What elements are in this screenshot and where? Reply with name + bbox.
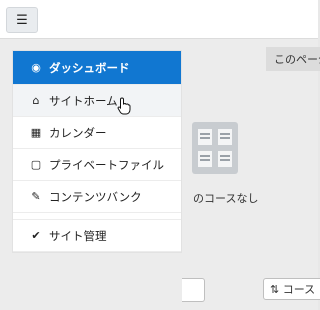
sidebar-item-site-home[interactable]: ⌂ サイトホーム <box>13 85 181 117</box>
sidebar-item-content-bank[interactable]: ✎ コンテンツバンク <box>13 181 181 213</box>
hamburger-menu-button[interactable]: ☰ <box>6 7 38 33</box>
sort-courses-button[interactable]: ⇅ コース <box>263 278 320 300</box>
sort-courses-label: ⇅ コース <box>270 283 316 296</box>
sidebar-item-label: プライベートファイル <box>49 157 164 172</box>
no-courses-text: のコースなし <box>193 192 259 205</box>
hand-pointer-icon <box>117 97 131 115</box>
sidebar-item-label: サイト管理 <box>49 228 107 243</box>
home-icon: ⌂ <box>32 94 40 107</box>
wrench-icon: ✔ <box>31 229 41 242</box>
sidebar-item-private-files[interactable]: ▢ プライベートファイル <box>13 149 181 181</box>
sidebar-item-label: コンテンツバンク <box>49 189 142 204</box>
sidebar-item-label: カレンダー <box>49 125 107 140</box>
sidebar-item-label: サイトホーム <box>49 93 118 108</box>
calendar-icon: ▦ <box>30 126 42 139</box>
top-navbar: ☰ <box>0 0 318 39</box>
file-icon: ▢ <box>30 158 42 171</box>
tachometer-icon: ◉ <box>31 61 41 74</box>
courses-empty-icon <box>192 122 238 174</box>
sidebar-item-site-admin[interactable]: ✔ サイト管理 <box>13 220 181 252</box>
search-field[interactable] <box>182 278 205 302</box>
paintbrush-icon: ✎ <box>31 190 41 203</box>
page-button[interactable]: このページ <box>266 47 320 71</box>
page-button-label: このページ <box>274 53 320 66</box>
nav-drawer: ◉ ダッシュボード ⌂ サイトホーム ▦ カレンダー ▢ プライベートファイル … <box>12 50 182 253</box>
hamburger-icon: ☰ <box>16 12 28 28</box>
sidebar-item-label: ダッシュボード <box>49 60 130 75</box>
sidebar-item-dashboard[interactable]: ◉ ダッシュボード <box>13 51 181 85</box>
sidebar-item-calendar[interactable]: ▦ カレンダー <box>13 117 181 149</box>
sidebar-divider <box>13 213 181 220</box>
